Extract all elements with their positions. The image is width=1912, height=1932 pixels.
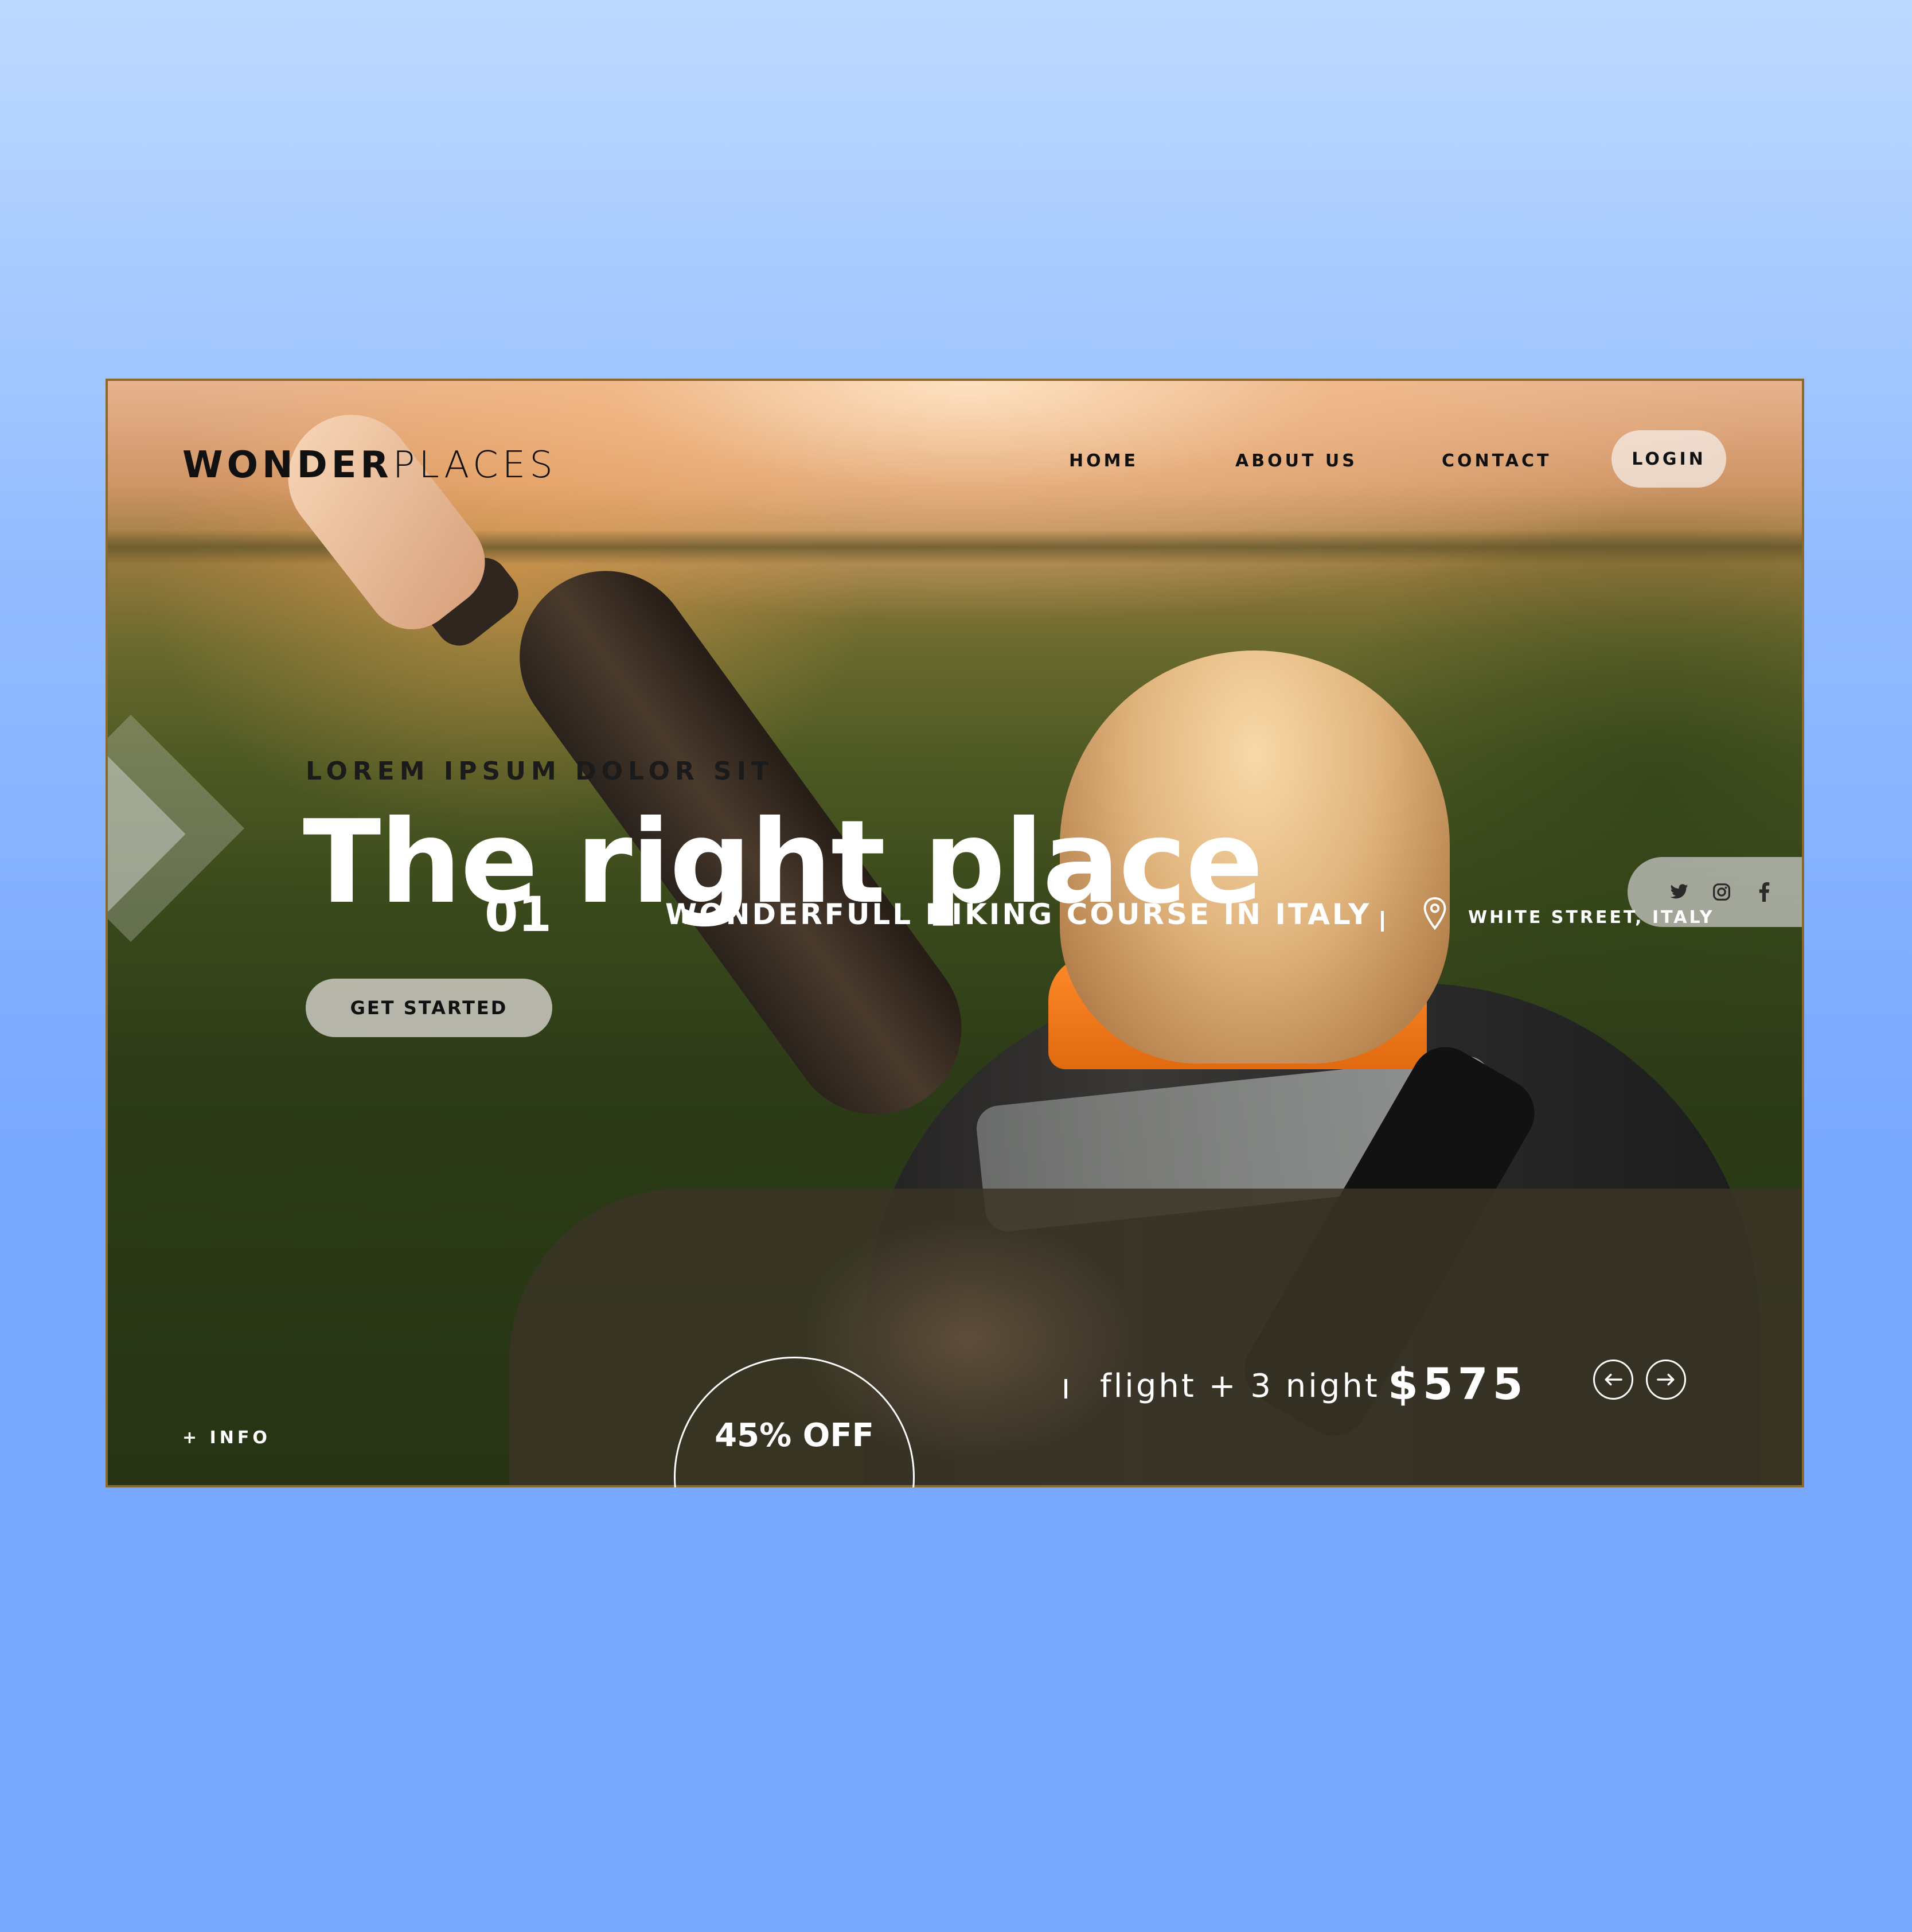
hero-eyebrow: LOREM IPSUM DOLOR SIT — [306, 757, 774, 786]
package-separator — [1064, 1379, 1067, 1399]
next-offer-button[interactable] — [1646, 1360, 1686, 1400]
arrow-right-icon — [1657, 1373, 1675, 1386]
location-pin-icon — [1421, 896, 1449, 934]
package-details: flight + 3 night — [1100, 1368, 1380, 1405]
price: $575 — [1388, 1358, 1528, 1409]
course-location: WHITE STREET, ITALY — [1468, 907, 1715, 928]
nav-about[interactable]: ABOUT US — [1235, 451, 1357, 471]
twitter-icon[interactable] — [1668, 881, 1691, 903]
arrow-left-icon — [1605, 1373, 1622, 1386]
facebook-icon[interactable] — [1753, 881, 1776, 903]
discount-label: 45% OFF — [715, 1417, 874, 1454]
instagram-icon[interactable] — [1710, 881, 1733, 903]
brand-logo[interactable]: WONDERPLACES — [182, 444, 557, 486]
title-separator — [1381, 911, 1384, 932]
brand-light: PLACES — [392, 444, 557, 486]
login-button[interactable]: LOGIN — [1611, 430, 1726, 488]
hero-section: WONDERPLACES HOME ABOUT US CONTACT LOGIN… — [106, 379, 1804, 1487]
page-background-lower — [0, 1487, 1912, 1932]
get-started-button[interactable]: GET STARTED — [306, 979, 552, 1037]
prev-offer-button[interactable] — [1593, 1360, 1633, 1400]
slide-index: 01 — [485, 886, 552, 942]
nav-contact[interactable]: CONTACT — [1442, 451, 1551, 471]
nav-home[interactable]: HOME — [1069, 451, 1138, 471]
brand-bold: WONDER — [182, 444, 393, 486]
info-link[interactable]: + INFO — [182, 1428, 271, 1448]
course-title: WONDERFULL HIKING COURSE IN ITALY — [665, 898, 1372, 931]
